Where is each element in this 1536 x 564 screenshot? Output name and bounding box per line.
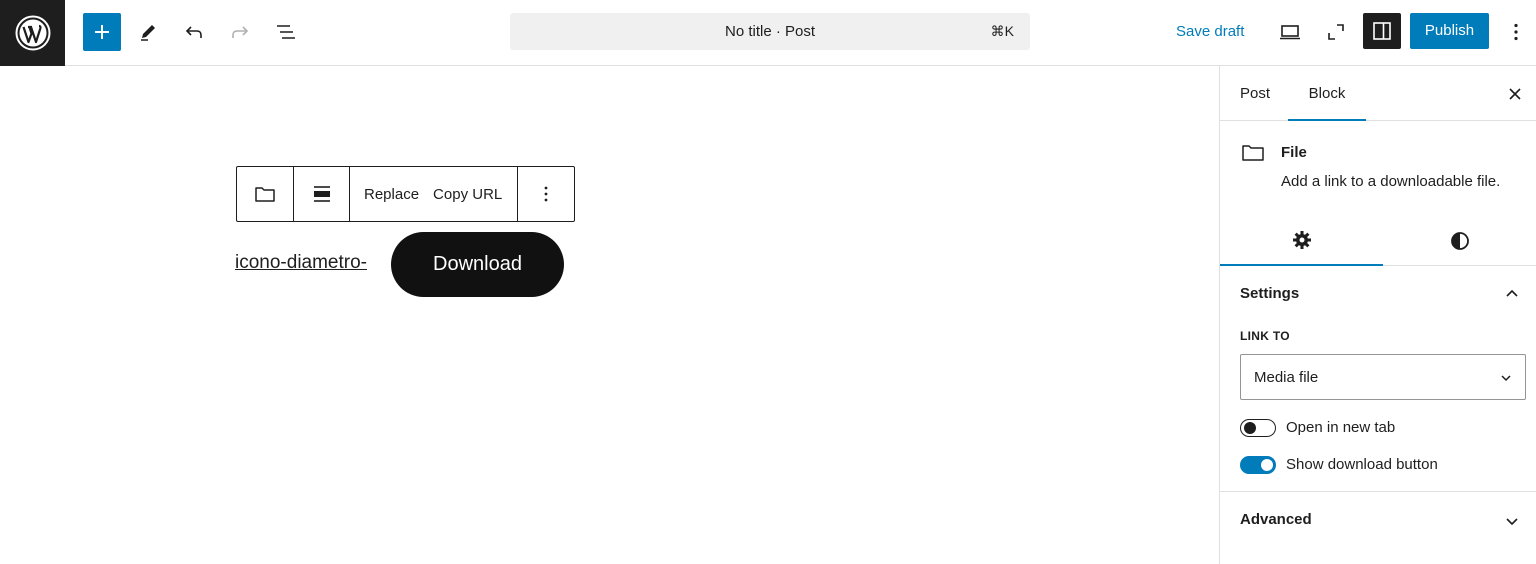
fullscreen-button[interactable] bbox=[1317, 13, 1355, 51]
advanced-panel-title[interactable]: Advanced bbox=[1240, 511, 1312, 528]
options-menu-button[interactable] bbox=[1497, 13, 1535, 51]
sidebar-icon bbox=[1373, 22, 1391, 40]
undo-icon bbox=[185, 26, 202, 38]
block-type-button[interactable] bbox=[237, 167, 294, 221]
panel-divider bbox=[1220, 491, 1536, 492]
block-toolbar: Replace Copy URL bbox=[236, 166, 575, 222]
fullscreen-icon bbox=[1328, 24, 1344, 40]
settings-panel-title[interactable]: Settings bbox=[1240, 285, 1299, 302]
laptop-icon bbox=[1280, 25, 1300, 40]
contrast-icon bbox=[1451, 232, 1469, 250]
more-vertical-icon bbox=[544, 186, 548, 202]
wordpress-icon bbox=[15, 15, 50, 51]
command-palette-button[interactable]: No title · Post ⌘K bbox=[510, 13, 1030, 50]
save-draft-button[interactable]: Save draft bbox=[1176, 0, 1244, 63]
show-download-button-toggle[interactable] bbox=[1240, 456, 1276, 474]
document-overview-button[interactable] bbox=[267, 13, 305, 51]
block-card-description: Add a link to a downloadable file. bbox=[1281, 173, 1501, 190]
preview-button[interactable] bbox=[1271, 13, 1309, 51]
publish-button[interactable]: Publish bbox=[1410, 13, 1489, 49]
redo-icon bbox=[232, 26, 249, 38]
download-button[interactable]: Download bbox=[391, 232, 564, 297]
redo-button[interactable] bbox=[221, 13, 259, 51]
folder-icon bbox=[1242, 145, 1264, 161]
undo-button[interactable] bbox=[175, 13, 213, 51]
close-sidebar-button[interactable] bbox=[1503, 82, 1527, 106]
chevron-down-icon[interactable] bbox=[1504, 513, 1520, 529]
close-icon bbox=[1509, 88, 1521, 100]
tools-button[interactable] bbox=[129, 13, 167, 51]
block-options-button[interactable] bbox=[518, 167, 574, 221]
sidebar-tabs: Post Block bbox=[1220, 66, 1536, 121]
toggle-knob bbox=[1261, 459, 1273, 471]
open-in-new-tab-toggle[interactable] bbox=[1240, 419, 1276, 437]
folder-icon bbox=[255, 187, 275, 202]
file-name-link[interactable]: icono-diametro- bbox=[235, 252, 367, 274]
block-inserter-button[interactable] bbox=[83, 13, 121, 51]
command-shortcut: ⌘K bbox=[990, 23, 1014, 39]
list-view-icon bbox=[277, 25, 295, 39]
replace-button[interactable]: Replace bbox=[357, 186, 426, 203]
link-to-label: LINK TO bbox=[1240, 329, 1290, 343]
more-vertical-icon bbox=[1514, 23, 1518, 41]
align-none-icon bbox=[313, 186, 330, 202]
open-in-new-tab-label: Open in new tab bbox=[1286, 419, 1396, 436]
tab-block[interactable]: Block bbox=[1288, 66, 1366, 121]
tab-styles[interactable] bbox=[1383, 216, 1536, 266]
align-button[interactable] bbox=[294, 167, 350, 221]
block-card-title: File bbox=[1281, 144, 1307, 161]
settings-sidebar: Post Block File Add a link to a download… bbox=[1219, 66, 1536, 564]
media-actions-group: Replace Copy URL bbox=[350, 167, 518, 221]
document-title: No title · Post bbox=[724, 23, 816, 40]
tab-post[interactable]: Post bbox=[1240, 66, 1280, 121]
tab-settings[interactable] bbox=[1220, 216, 1383, 266]
editor-header: No title · Post ⌘K Save draft Publish bbox=[0, 0, 1536, 66]
link-to-select[interactable]: Media file bbox=[1240, 354, 1526, 400]
gear-icon bbox=[1292, 231, 1311, 249]
block-card-icon bbox=[1241, 141, 1265, 170]
plus-icon bbox=[95, 25, 109, 39]
pencil-icon bbox=[141, 25, 155, 41]
toggle-knob bbox=[1244, 422, 1256, 434]
copy-url-button[interactable]: Copy URL bbox=[426, 186, 509, 203]
wordpress-logo-button[interactable] bbox=[0, 0, 65, 66]
inspector-tabs bbox=[1220, 216, 1536, 266]
show-download-button-label: Show download button bbox=[1286, 456, 1438, 473]
settings-sidebar-toggle[interactable] bbox=[1363, 13, 1401, 49]
link-to-value: Media file bbox=[1254, 369, 1319, 386]
chevron-up-icon[interactable] bbox=[1504, 286, 1520, 302]
chevron-down-icon bbox=[1501, 375, 1511, 382]
